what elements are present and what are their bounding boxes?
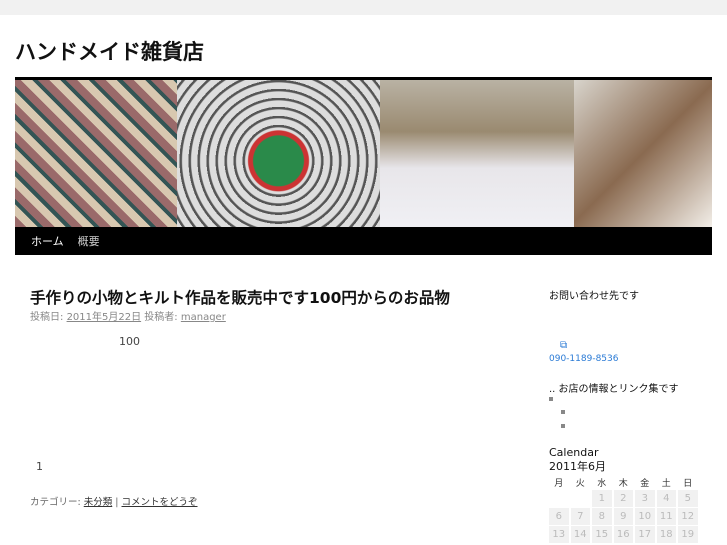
calendar-day: 17 <box>635 526 655 543</box>
site-title[interactable]: ハンドメイド雑貨店 <box>15 36 204 66</box>
author-label: 投稿者: <box>144 312 178 323</box>
calendar-empty-cell <box>571 490 591 507</box>
calendar-day: 12 <box>678 508 698 525</box>
category-label: カテゴリー: <box>30 497 81 508</box>
calendar-day: 5 <box>678 490 698 507</box>
posted-label: 投稿日: <box>30 312 64 323</box>
post-footer: カテゴリー: 未分類 | コメントをどうぞ <box>30 497 198 508</box>
calendar-day: 19 <box>678 526 698 543</box>
heading-prefix: .. <box>549 384 556 395</box>
calendar-day: 3 <box>635 490 655 507</box>
banner-photo-wreath <box>574 80 712 227</box>
nav-item-home[interactable]: ホーム <box>31 233 64 249</box>
banner-photo-quilt <box>15 80 177 227</box>
nav-item-about[interactable]: 概要 <box>78 233 100 249</box>
list-bullet <box>561 424 565 428</box>
weekday-header: 土 <box>661 479 671 489</box>
weekday-header: 日 <box>683 479 693 489</box>
phone-link[interactable]: 090-1189-8536 <box>549 354 618 364</box>
calendar-day: 11 <box>656 508 676 525</box>
calendar-day: 1 <box>592 490 612 507</box>
calendar-day: 7 <box>570 508 590 525</box>
comment-link[interactable]: コメントをどうぞ <box>122 497 198 508</box>
main-nav: ホーム 概要 <box>15 227 712 255</box>
calendar-table: 月火水木金土日 1 2 3 4 5 6 7 8 9 10 11 12 13 14 15 16 17 18 19 <box>547 475 700 544</box>
external-link-icon[interactable]: ⧉ <box>560 340 567 351</box>
post-body-text: 100 <box>119 335 140 348</box>
weekday-header: 水 <box>597 479 607 489</box>
calendar-day: 9 <box>613 508 633 525</box>
weekday-header: 月 <box>554 479 564 489</box>
top-bar <box>0 0 727 15</box>
calendar-day: 15 <box>592 526 612 543</box>
sidebar-heading-links: .. お店の情報とリンク集です <box>549 380 679 395</box>
banner-photo-crafts <box>380 80 574 227</box>
calendar-month: 2011年6月 <box>549 460 606 473</box>
calendar-day: 16 <box>613 526 633 543</box>
weekday-header: 火 <box>575 479 585 489</box>
post-meta: 投稿日: 2011年5月22日 投稿者: manager <box>30 308 226 323</box>
calendar-day: 4 <box>656 490 676 507</box>
weekday-header: 木 <box>618 479 628 489</box>
calendar-empty-cell <box>549 490 569 507</box>
list-bullet <box>549 397 553 401</box>
author-link[interactable]: manager <box>181 312 226 323</box>
weekday-header: 金 <box>640 479 650 489</box>
post-title[interactable]: 手作りの小物とキルト作品を販売中です100円からのお品物 <box>30 286 450 308</box>
post-body-text-2: 1 <box>36 460 43 473</box>
calendar-header: Calendar 2011年6月 <box>549 446 606 474</box>
calendar-day: 18 <box>656 526 676 543</box>
banner-photo-ring-quilt <box>177 80 380 227</box>
calendar-title: Calendar <box>549 446 599 459</box>
category-link[interactable]: 未分類 <box>84 497 113 508</box>
calendar-day: 6 <box>549 508 569 525</box>
calendar-day: 10 <box>635 508 655 525</box>
heading-text: お店の情報とリンク集です <box>558 384 679 395</box>
calendar-day: 14 <box>570 526 590 543</box>
sidebar-heading-contact: お問い合わせ先です <box>549 291 639 302</box>
calendar-day: 8 <box>592 508 612 525</box>
calendar-day: 2 <box>613 490 633 507</box>
post-date-link[interactable]: 2011年5月22日 <box>67 312 142 323</box>
list-bullet <box>561 410 565 414</box>
header-banner <box>15 80 712 227</box>
calendar-day: 13 <box>549 526 569 543</box>
